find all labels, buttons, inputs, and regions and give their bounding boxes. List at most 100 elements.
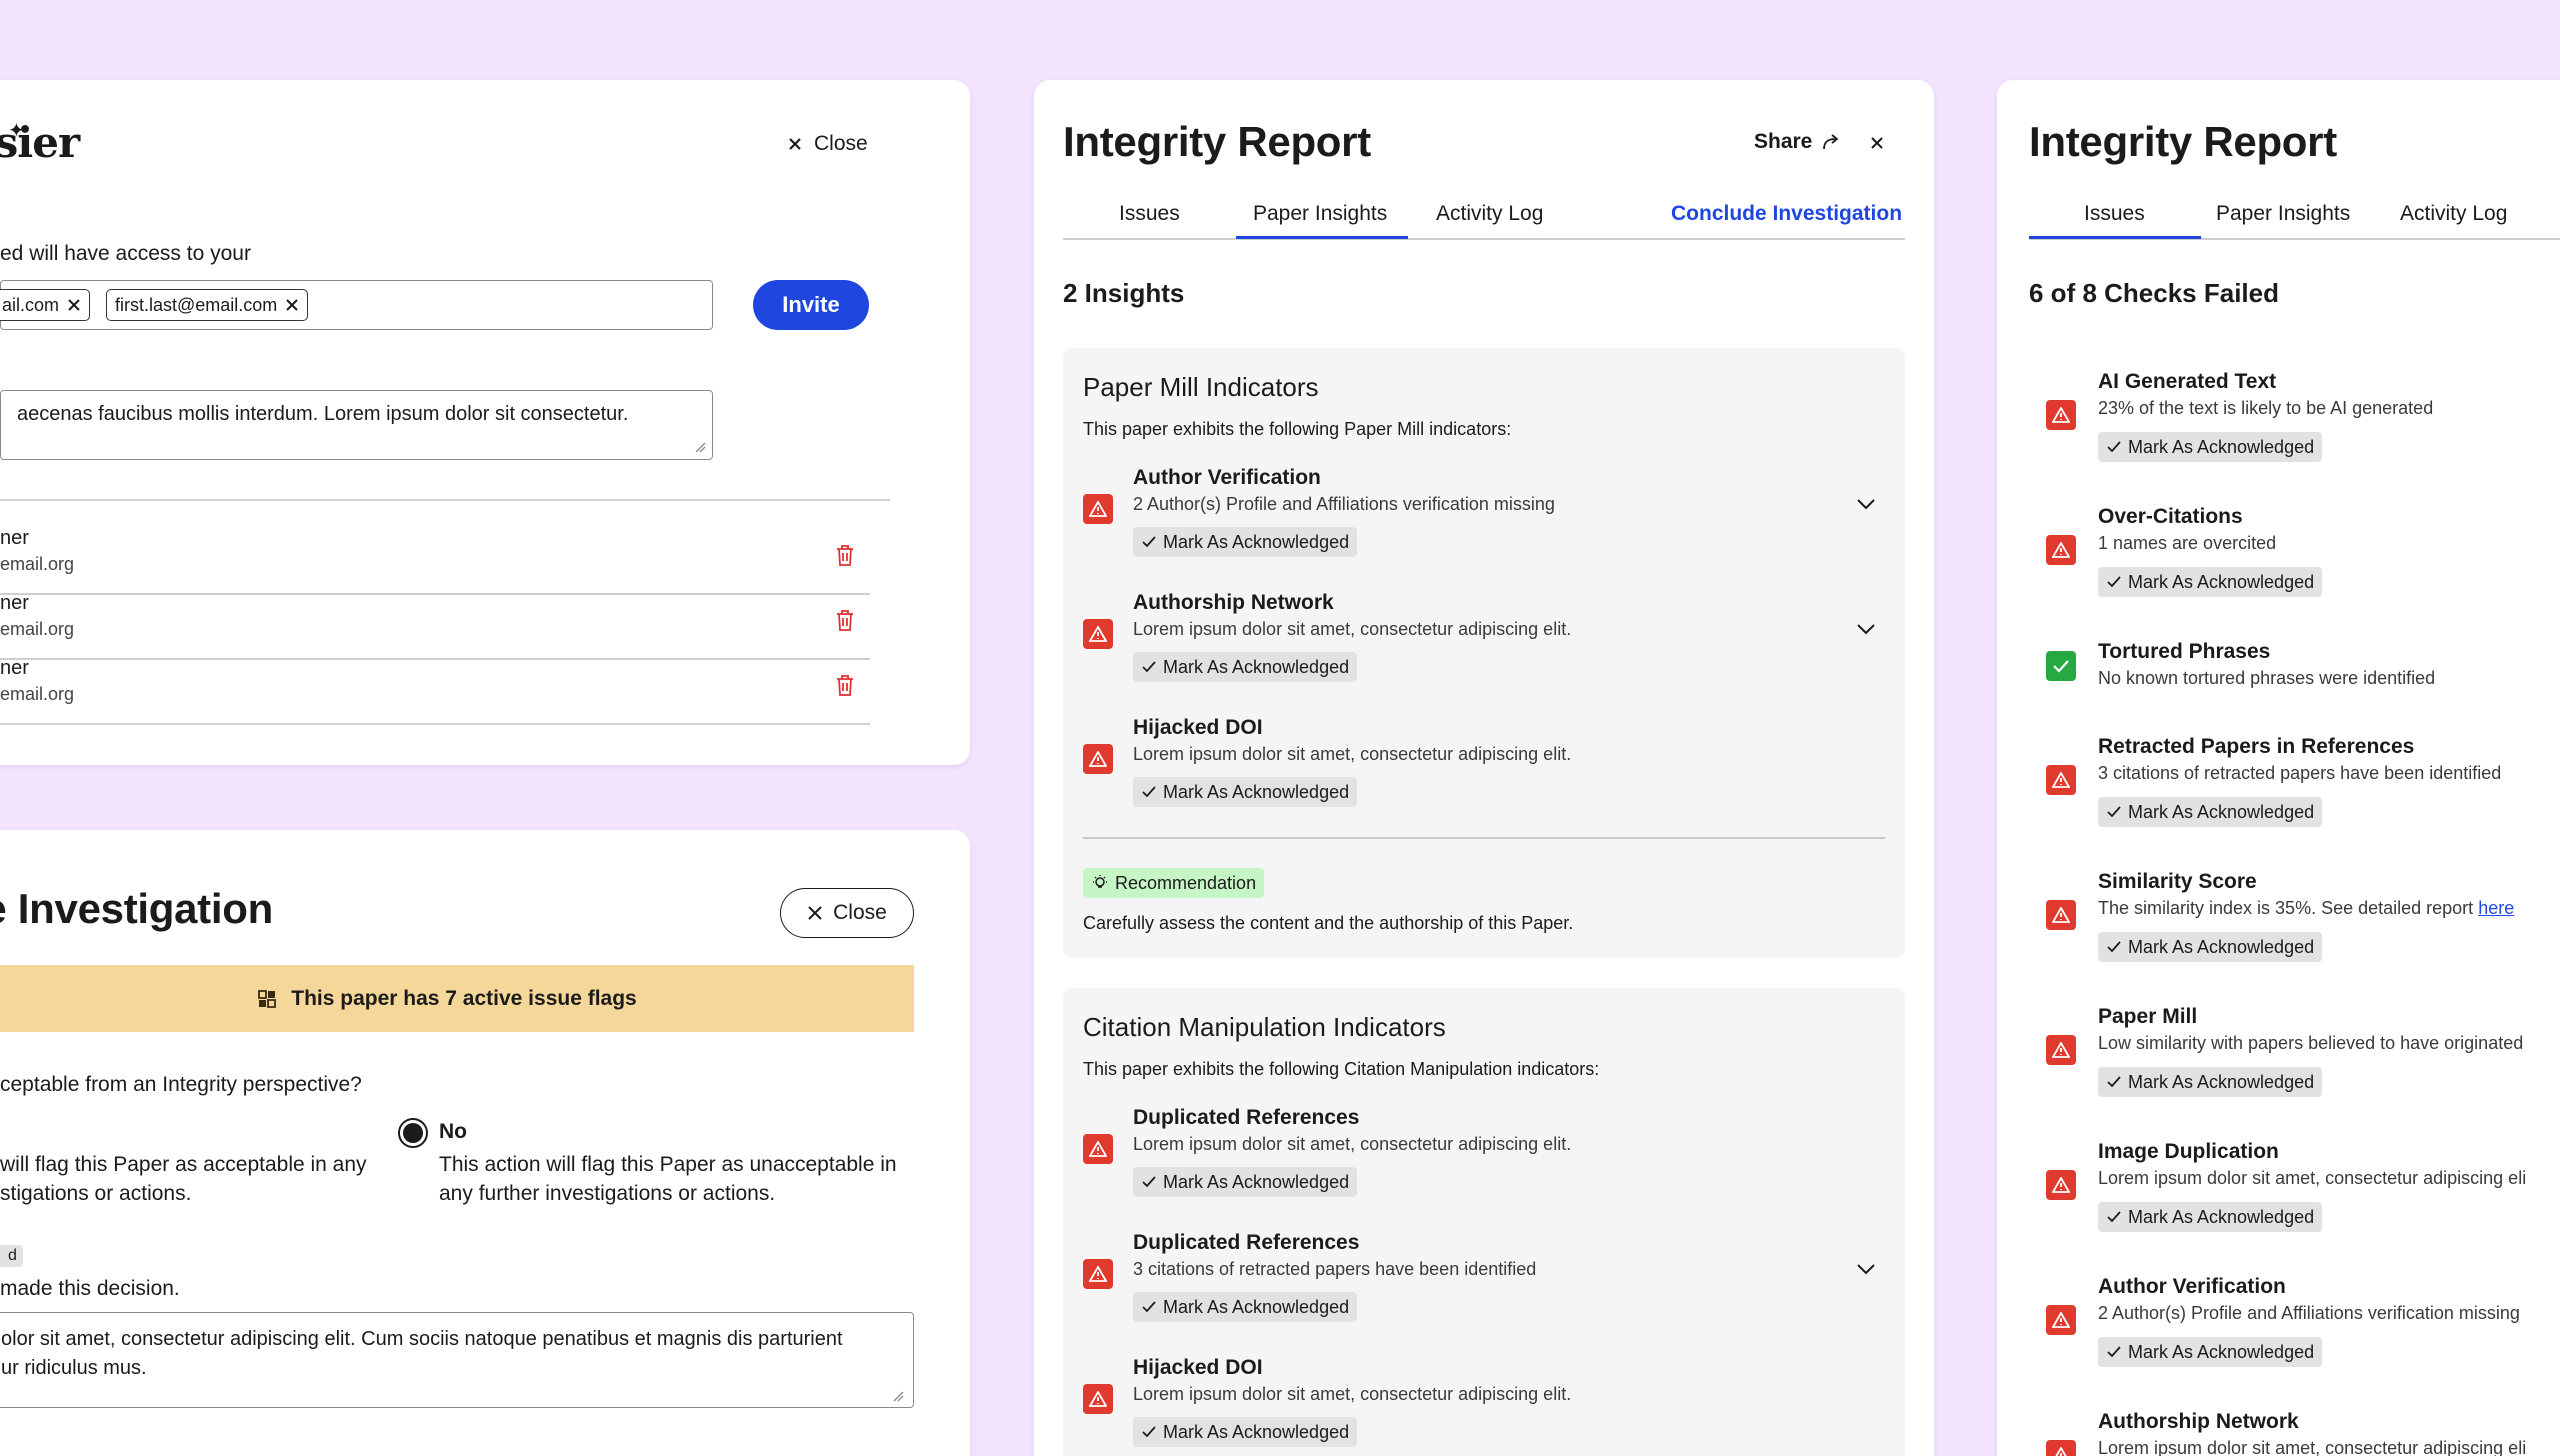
message-textarea[interactable]: aecenas faucibus mollis interdum. Lorem … [0,390,713,460]
tab-issues[interactable]: Issues [2084,202,2145,226]
check-icon [1142,661,1156,673]
close-icon [808,906,822,920]
acknowledge-button[interactable]: Mark As Acknowledged [2098,567,2323,597]
option-no-text: any further investigations or actions. [439,1182,776,1205]
reason-text: olor sit amet, consectetur adipiscing el… [1,1328,843,1350]
acknowledge-button[interactable]: Mark As Acknowledged [1133,527,1358,557]
tab-issues[interactable]: Issues [1119,202,1180,226]
acknowledge-label: Mark As Acknowledged [1163,781,1350,802]
acknowledge-label: Mark As Acknowledged [2128,936,2315,957]
resize-handle-icon[interactable] [694,441,706,453]
invite-button[interactable]: Invite [753,280,869,330]
tab-paper-insights[interactable]: Paper Insights [1253,202,1387,226]
chevron-down-icon[interactable] [1856,1263,1876,1275]
member-row: ner email.org [0,657,870,705]
acknowledge-label: Mark As Acknowledged [1163,1421,1350,1442]
trash-icon[interactable] [836,544,854,566]
acknowledge-label: Mark As Acknowledged [1163,1171,1350,1192]
warning-icon [2046,535,2076,565]
chip-label: ail.com [2,294,60,315]
option-yes-description: will flag this Paper as acceptable in an… [0,1150,367,1208]
close-label: Close [833,901,887,924]
conclude-investigation-link[interactable]: Conclude Investigation [1671,202,1902,226]
chevron-down-icon[interactable] [1856,623,1876,635]
trash-icon[interactable] [836,674,854,696]
tab-activity-log[interactable]: Activity Log [2400,202,2507,226]
tabs-divider [1063,238,1905,240]
group-subtitle: This paper exhibits the following Citati… [1083,1059,1600,1079]
check-icon [1142,1426,1156,1438]
lightbulb-icon [1093,875,1107,888]
acknowledge-button[interactable]: Mark As Acknowledged [2098,1337,2323,1367]
group-title: Paper Mill Indicators [1083,372,1319,402]
item-desc: 2 Author(s) Profile and Affiliations ver… [1133,494,1555,514]
invite-panel: ssier ✦ Close ed will have access to you… [0,80,970,765]
acknowledge-button[interactable]: Mark As Acknowledged [1133,652,1358,682]
radio-no[interactable] [398,1118,428,1148]
check-title: AI Generated Text [2098,370,2277,393]
acknowledge-button[interactable]: Mark As Acknowledged [1133,1167,1358,1197]
acknowledge-button[interactable]: Mark As Acknowledged [1133,777,1358,807]
option-no-text: This action will flag this Paper as unac… [439,1153,897,1176]
acknowledge-label: Mark As Acknowledged [1163,1296,1350,1317]
close-button[interactable]: Close [788,132,868,156]
item-title: Hijacked DOI [1133,716,1263,739]
acknowledge-button[interactable]: Mark As Acknowledged [2098,797,2323,827]
check-title: Similarity Score [2098,870,2257,893]
close-button[interactable]: Close [780,888,914,938]
check-icon [2107,441,2121,453]
acknowledge-button[interactable]: Mark As Acknowledged [1133,1292,1358,1322]
close-icon [789,138,801,150]
tab-paper-insights[interactable]: Paper Insights [2216,202,2350,226]
check-desc: 1 names are overcited [2098,533,2277,553]
warning-icon [1083,494,1113,524]
check-title: Over-Citations [2098,505,2243,528]
member-name: ner [0,657,29,679]
acknowledge-label: Mark As Acknowledged [2128,1341,2315,1362]
acknowledge-label: Mark As Acknowledged [2128,1071,2315,1092]
warning-icon [2046,765,2076,795]
warning-icon [2046,900,2076,930]
message-text: aecenas faucibus mollis interdum. Lorem … [17,403,629,425]
member-row: ner email.org [0,592,870,640]
check-title: Paper Mill [2098,1005,2198,1028]
tab-activity-log[interactable]: Activity Log [1436,202,1543,226]
trash-icon[interactable] [836,609,854,631]
detailed-report-link[interactable]: here [2478,898,2514,918]
option-yes-text: will flag this Paper as acceptable in an… [0,1153,367,1176]
active-tab-indicator [2029,236,2201,239]
check-title: Authorship Network [2098,1410,2299,1433]
check-desc: Lorem ipsum dolor sit amet, consectetur … [2098,1168,2527,1188]
chevron-down-icon[interactable] [1856,498,1876,510]
resize-handle-icon[interactable] [892,1390,904,1402]
remove-chip-icon[interactable] [67,298,81,312]
close-icon[interactable] [1870,136,1884,150]
share-icon [1823,134,1839,150]
acknowledge-label: Mark As Acknowledged [1163,656,1350,677]
remove-chip-icon[interactable] [285,298,299,312]
item-desc: 3 citations of retracted papers have bee… [1133,1259,1537,1279]
acknowledge-button[interactable]: Mark As Acknowledged [2098,932,2323,962]
share-button[interactable]: Share [1754,130,1842,154]
page-title: le Investigation [0,885,273,932]
item-desc: Lorem ipsum dolor sit amet, consectetur … [1133,1134,1572,1154]
decision-label: made this decision. [0,1277,180,1300]
acknowledge-button[interactable]: Mark As Acknowledged [1133,1417,1358,1447]
acknowledge-label: Mark As Acknowledged [1163,531,1350,552]
optional-tag: d [0,1245,23,1267]
check-icon [1142,536,1156,548]
warning-icon [1083,1384,1113,1414]
reason-text: ur ridiculus mus. [1,1357,147,1379]
acknowledge-button[interactable]: Mark As Acknowledged [2098,1202,2323,1232]
group-title: Citation Manipulation Indicators [1083,1012,1446,1042]
decision-reason-textarea[interactable]: olor sit amet, consectetur adipiscing el… [0,1312,914,1408]
recommendation-badge: Recommendation [1083,868,1265,898]
member-email: email.org [0,554,75,574]
acknowledge-button[interactable]: Mark As Acknowledged [2098,1067,2323,1097]
warning-icon [1083,1259,1113,1289]
acknowledge-button[interactable]: Mark As Acknowledged [2098,432,2323,462]
option-yes-text: stigations or actions. [0,1182,192,1205]
acknowledge-label: Mark As Acknowledged [2128,1206,2315,1227]
check-icon [1142,786,1156,798]
success-check-icon [2046,651,2076,681]
